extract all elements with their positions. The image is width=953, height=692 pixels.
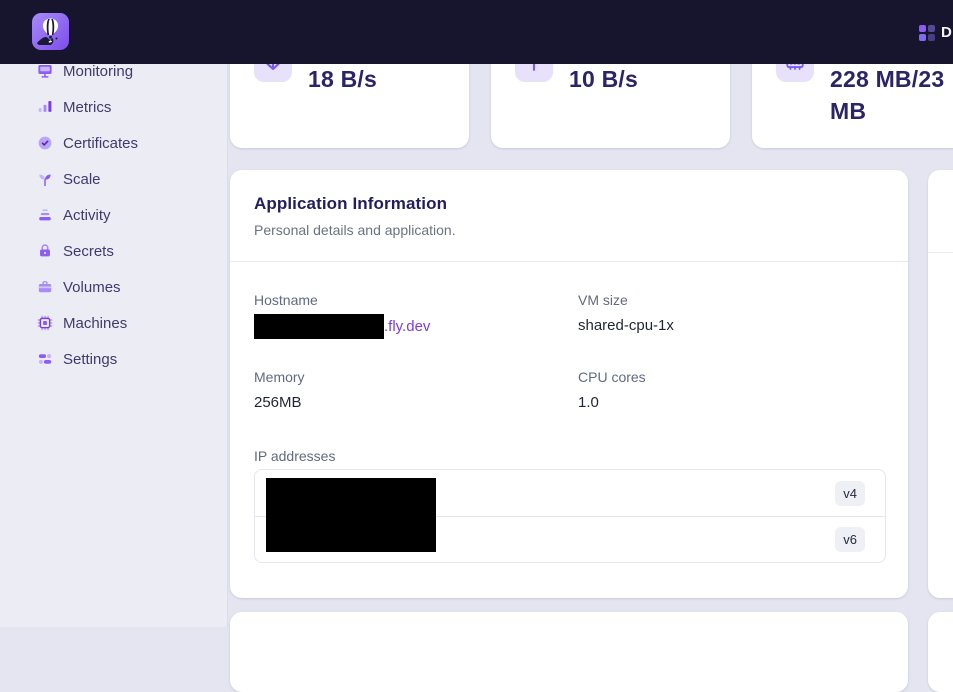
- sidebar-item-label: Volumes: [63, 279, 121, 296]
- stat-value: 228 MB/23 MB: [830, 63, 944, 127]
- bar-chart-icon: [36, 98, 54, 116]
- layers-icon: [36, 206, 54, 224]
- sidebar-item-certificates[interactable]: Certificates: [0, 125, 227, 161]
- lock-icon: [36, 242, 54, 260]
- sidebar-item-machines[interactable]: Machines: [0, 305, 227, 341]
- drive-icon: [36, 278, 54, 296]
- top-header-bar: D: [0, 0, 953, 64]
- card-header: Application Information Personal details…: [230, 170, 908, 262]
- bottom-right-peek-card: [928, 612, 953, 692]
- field-label: Hostname: [254, 290, 578, 310]
- sidebar-item-settings[interactable]: Settings: [0, 341, 227, 377]
- field-value: shared-cpu-1x: [578, 314, 884, 338]
- field-hostname: Hostname .fly.dev: [254, 290, 578, 339]
- sidebar-item-secrets[interactable]: Secrets: [0, 233, 227, 269]
- ip-addresses-label: IP addresses: [254, 446, 884, 466]
- sidebar-item-activity[interactable]: Activity: [0, 197, 227, 233]
- header-dashboard-label[interactable]: D: [941, 24, 953, 41]
- sidebar-item-metrics[interactable]: Metrics: [0, 89, 227, 125]
- ip-addresses-redacted-value: [266, 478, 436, 552]
- stat-value-line1: 228 MB/23: [830, 66, 944, 92]
- cpu-chip-icon: [36, 314, 54, 332]
- sidebar-nav: Monitoring Metrics Certificates Scale Ac…: [0, 64, 228, 627]
- field-value: 256MB: [254, 391, 578, 415]
- sidebar-item-volumes[interactable]: Volumes: [0, 269, 227, 305]
- sidebar-item-label: Scale: [63, 171, 101, 188]
- stat-value-line2: MB: [830, 98, 866, 124]
- sidebar-item-label: Metrics: [63, 99, 111, 116]
- ip-version-badge: v4: [835, 481, 865, 506]
- sidebar-item-label: Activity: [63, 207, 111, 224]
- field-vm-size: VM size shared-cpu-1x: [578, 290, 884, 339]
- stat-value: 18 B/s: [308, 63, 377, 95]
- field-label: CPU cores: [578, 367, 884, 387]
- sidebar-item-monitoring[interactable]: Monitoring: [0, 64, 227, 89]
- right-peek-card: [928, 170, 953, 598]
- monitor-icon: [36, 64, 54, 80]
- bottom-peek-card: [230, 612, 908, 692]
- hostname-link[interactable]: .fly.dev: [384, 315, 430, 339]
- stat-value: 10 B/s: [569, 63, 638, 95]
- field-label: Memory: [254, 367, 578, 387]
- sidebar-item-label: Settings: [63, 351, 117, 368]
- card-title: Application Information: [254, 194, 884, 214]
- field-cpu-cores: CPU cores 1.0: [578, 367, 884, 415]
- field-label: VM size: [578, 290, 884, 310]
- badge-check-icon: [36, 134, 54, 152]
- seedling-icon: [36, 170, 54, 188]
- sidebar-item-label: Machines: [63, 315, 127, 332]
- toggles-icon: [36, 350, 54, 368]
- field-value: 1.0: [578, 391, 884, 415]
- sidebar-item-label: Secrets: [63, 243, 114, 260]
- field-memory: Memory 256MB: [254, 367, 578, 415]
- fly-logo[interactable]: [32, 13, 69, 50]
- app-switcher-grid-icon[interactable]: [919, 25, 934, 40]
- sidebar-item-scale[interactable]: Scale: [0, 161, 227, 197]
- card-subtitle: Personal details and application.: [254, 222, 884, 238]
- hostname-redacted-value: [254, 314, 384, 339]
- sidebar-item-label: Monitoring: [63, 64, 133, 80]
- ip-version-badge: v6: [835, 527, 865, 552]
- sidebar-item-label: Certificates: [63, 135, 138, 152]
